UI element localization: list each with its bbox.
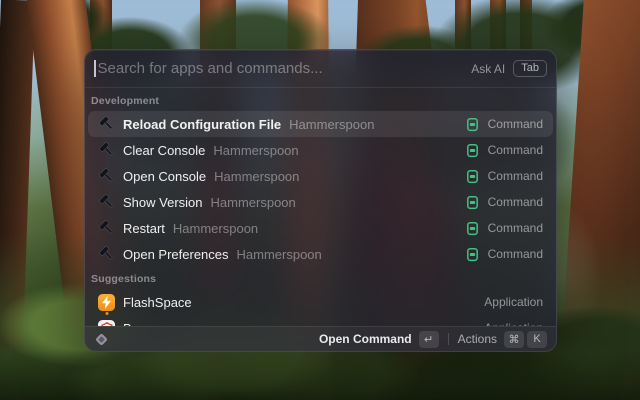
hammerspoon-icon bbox=[98, 194, 115, 211]
item-title: Restart bbox=[123, 220, 165, 236]
item-type-label: Application bbox=[484, 295, 543, 309]
item-title: Reload Configuration File bbox=[123, 116, 282, 132]
list-item[interactable]: Open Preferences Hammerspoon Command bbox=[88, 241, 553, 267]
raycast-launcher-window: Ask AI Tab Development Reload Configurat… bbox=[84, 49, 557, 352]
hammerspoon-icon bbox=[98, 246, 115, 263]
item-subtitle: Hammerspoon bbox=[236, 246, 322, 262]
k-keycap[interactable]: K bbox=[527, 330, 547, 348]
item-type-label: Command bbox=[487, 195, 543, 209]
ask-ai-label[interactable]: Ask AI bbox=[471, 62, 505, 76]
list-item[interactable]: Reload Configuration File Hammerspoon Com… bbox=[88, 111, 553, 137]
hammerspoon-icon bbox=[98, 168, 115, 185]
list-item[interactable]: Open Console Hammerspoon Command bbox=[88, 163, 553, 189]
footer-bar: Open Command ↵ Actions ⌘ K bbox=[85, 326, 556, 351]
tab-keycap[interactable]: Tab bbox=[513, 60, 547, 77]
item-title: Clear Console bbox=[123, 142, 206, 158]
list-item[interactable]: Restart Hammerspoon Command bbox=[88, 215, 553, 241]
text-caret bbox=[94, 60, 96, 77]
list-item[interactable]: FlashSpace Application bbox=[88, 289, 553, 315]
item-type-label: Command bbox=[487, 143, 543, 157]
command-type-icon bbox=[465, 247, 480, 262]
list-item[interactable]: Clear Console Hammerspoon Command bbox=[88, 137, 553, 163]
item-type-label: Command bbox=[487, 117, 543, 131]
item-title: Open Preferences bbox=[123, 246, 229, 262]
raycast-logo-icon bbox=[94, 332, 109, 347]
item-title: Open Console bbox=[123, 168, 207, 184]
item-type-label: Command bbox=[487, 247, 543, 261]
search-bar: Ask AI Tab bbox=[85, 50, 556, 88]
hammerspoon-icon bbox=[98, 116, 115, 133]
list-item[interactable]: Show Version Hammerspoon Command bbox=[88, 189, 553, 215]
item-subtitle: Hammerspoon bbox=[213, 142, 299, 158]
flashspace-icon bbox=[98, 293, 115, 315]
item-subtitle: Hammerspoon bbox=[214, 168, 300, 184]
item-subtitle: Hammerspoon bbox=[172, 220, 259, 236]
search-input[interactable] bbox=[97, 60, 472, 77]
command-type-icon bbox=[465, 221, 480, 236]
list-item[interactable]: BazecorApplication bbox=[88, 315, 553, 326]
item-subtitle: Hammerspoon bbox=[210, 194, 296, 210]
command-type-icon bbox=[465, 169, 480, 184]
running-indicator bbox=[105, 311, 108, 315]
command-type-icon bbox=[465, 143, 480, 158]
actions-label[interactable]: Actions bbox=[458, 332, 497, 346]
primary-action-label[interactable]: Open Command bbox=[319, 332, 412, 346]
footer-divider bbox=[447, 333, 449, 345]
screen: Ask AI Tab Development Reload Configurat… bbox=[0, 0, 640, 400]
section-header: Suggestions bbox=[91, 273, 157, 285]
command-keycap[interactable]: ⌘ bbox=[504, 330, 524, 348]
item-type-label: Command bbox=[487, 169, 543, 183]
command-type-icon bbox=[465, 195, 480, 210]
item-type-label: Command bbox=[487, 221, 543, 235]
results-list: Development Reload Configuration File Ham… bbox=[85, 89, 556, 326]
item-subtitle: Hammerspoon bbox=[289, 116, 375, 132]
item-title: Show Version bbox=[123, 194, 203, 210]
item-title: FlashSpace bbox=[123, 294, 192, 310]
command-type-icon bbox=[465, 117, 480, 132]
section-header: Development bbox=[91, 95, 160, 107]
hammerspoon-icon bbox=[98, 220, 115, 237]
return-keycap[interactable]: ↵ bbox=[418, 330, 439, 348]
hammerspoon-icon bbox=[98, 142, 115, 159]
